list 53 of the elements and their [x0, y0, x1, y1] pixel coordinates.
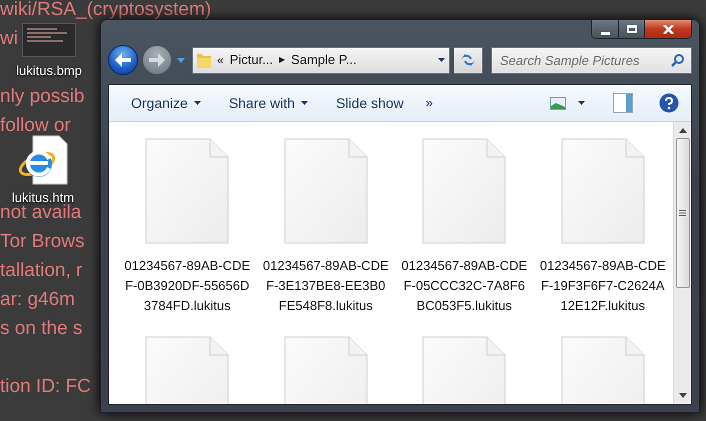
wallpaper-text: tion ID: FC [0, 378, 91, 394]
folder-icon [197, 52, 211, 68]
back-button[interactable] [108, 45, 138, 75]
wallpaper-text: wi [0, 30, 18, 46]
file-name[interactable]: 01234567-89AB-CDEF-19F3F6F7-C2624A12E12F.lukitus [540, 256, 666, 316]
preview-pane-icon[interactable] [613, 93, 633, 113]
file-name[interactable]: 01234567-89AB-CDEF-05CCC32C-7A8F6BC053F5.lukitus [401, 256, 528, 316]
blank-document-icon [422, 138, 506, 244]
file-name[interactable]: 01234567-89AB-CDEF-3E137BE8-EE3B0FE548F8.lukitus [262, 256, 389, 316]
help-icon[interactable] [659, 93, 679, 113]
toolbar-button[interactable]: Slide show [336, 92, 404, 114]
close-button[interactable] [645, 20, 691, 38]
blank-document-icon [560, 138, 645, 244]
scroll-down-icon[interactable] [678, 393, 686, 398]
caret-icon [578, 101, 585, 105]
wallpaper-text: Tor Brows [0, 234, 84, 250]
more-commands-button[interactable]: » [426, 93, 433, 113]
overflow-chevron[interactable]: « [217, 51, 224, 69]
address-bar[interactable]: « Pictur... ▶ Sample P... [192, 46, 450, 74]
breadcrumb-separator[interactable]: ▶ [279, 54, 286, 66]
wallpaper-text: not availa [0, 204, 82, 220]
wallpaper-text: follow or [0, 118, 71, 134]
left-arrow-icon [115, 53, 131, 67]
scrollbar-thumb[interactable] [676, 138, 690, 288]
refresh-arrows-icon [460, 53, 476, 67]
toolbar-button[interactable]: Organize [131, 92, 201, 114]
bitmap-thumbnail [22, 23, 76, 57]
blank-document-icon [145, 138, 230, 244]
right-arrow-icon [149, 53, 165, 67]
forward-button[interactable] [142, 45, 172, 75]
toolbar-button[interactable]: Share with [228, 92, 308, 114]
close-icon [662, 24, 674, 34]
wallpaper-text: ar: g46m [0, 292, 75, 308]
breadcrumb[interactable]: Pictur... [230, 50, 274, 70]
maximize-button[interactable] [619, 20, 645, 38]
minimize-button[interactable] [592, 20, 619, 38]
wallpaper-text: s on the s [0, 320, 82, 336]
file-name[interactable]: 01234567-89AB-CDEF-0B3920DF-55656D3784FD.lukitus [124, 256, 250, 316]
breadcrumb[interactable]: Sample P... [291, 50, 357, 70]
blank-document-icon [284, 138, 368, 244]
wallpaper-text: tallation, r [0, 262, 82, 278]
desktop-icon-label[interactable]: lukitus.htm [12, 191, 74, 205]
scroll-up-icon[interactable] [678, 128, 686, 133]
refresh-button[interactable] [454, 46, 483, 74]
picture-view-icon[interactable] [550, 96, 566, 110]
dropdown-caret-icon [438, 58, 445, 62]
search-icon[interactable] [671, 54, 684, 66]
search-field[interactable]: Search Sample Pictures [491, 46, 692, 74]
wallpaper-text: nly possib [0, 88, 84, 104]
desktop-icon-label[interactable]: lukitus.bmp [16, 64, 82, 78]
caret-icon [177, 58, 185, 62]
grip-icon [679, 210, 686, 216]
wallpaper-text: wiki/RSA_(cryptosystem) [0, 2, 212, 18]
